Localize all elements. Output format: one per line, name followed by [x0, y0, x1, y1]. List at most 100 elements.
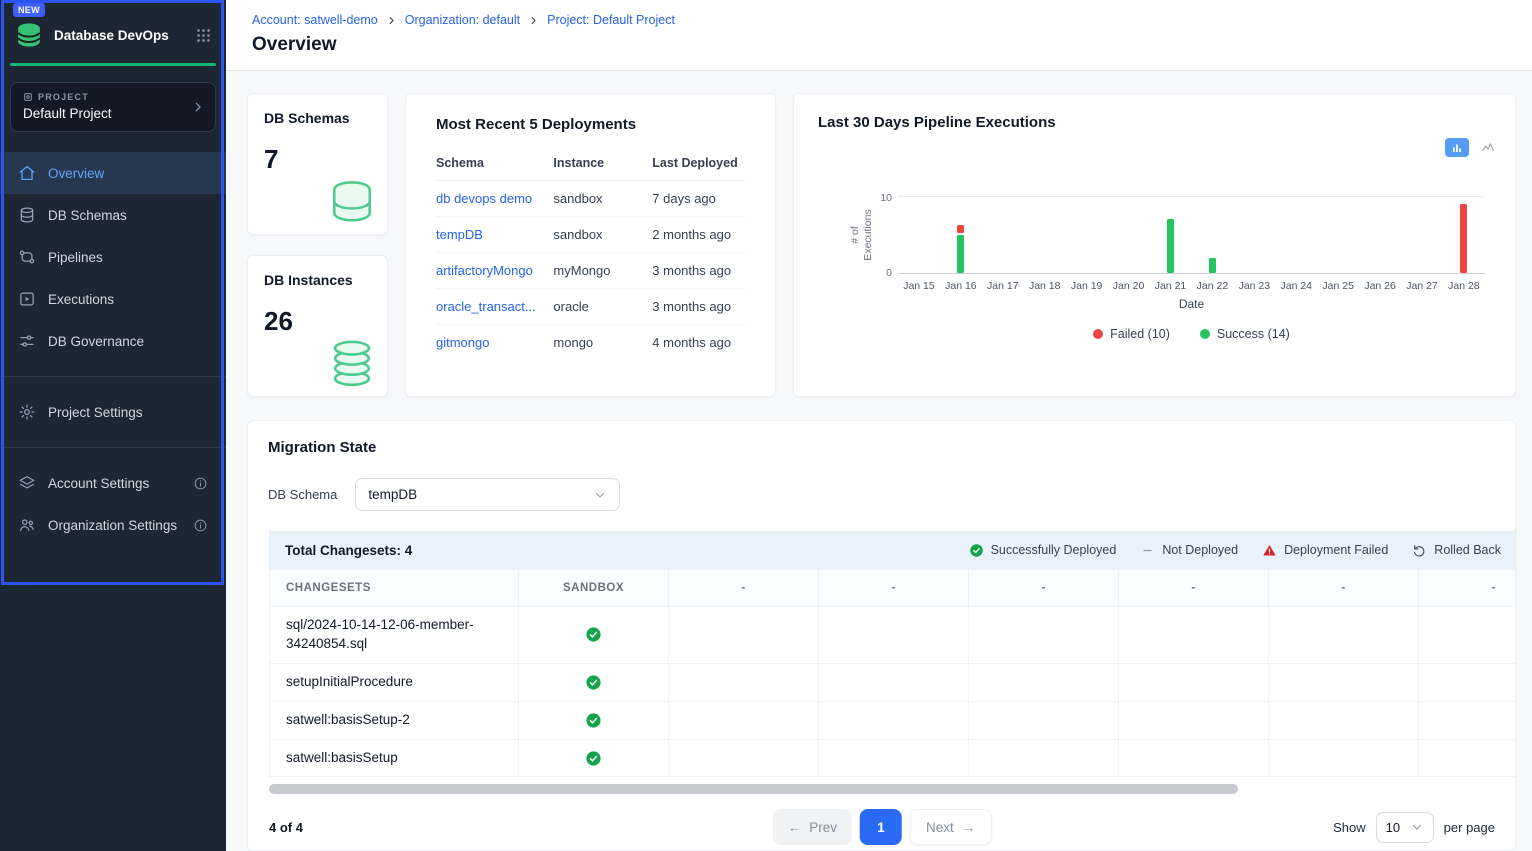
db-instances-card: DB Instances 26 — [247, 255, 388, 397]
y-tick: 0 — [886, 267, 892, 279]
last-deployed-cell: 3 months ago — [652, 253, 745, 289]
breadcrumb-link[interactable]: Organization: default — [405, 13, 520, 27]
empty-cell — [969, 701, 1119, 739]
info-icon[interactable] — [193, 476, 208, 491]
schema-link[interactable]: oracle_transact... — [436, 289, 553, 325]
changesets-table-wrap: CHANGESETSSANDBOX------ sql/2024-10-14-1… — [269, 569, 1516, 777]
table-row: db devops demosandbox7 days ago — [436, 181, 745, 217]
db-schema-label: DB Schema — [268, 487, 337, 502]
sidebar-item-pipelines[interactable]: Pipelines — [0, 236, 226, 278]
changeset-row: satwell:basisSetup-2 — [270, 701, 1517, 739]
x-tick-label: Jan 28 — [1443, 280, 1485, 292]
sidebar-item-overview[interactable]: Overview — [0, 152, 226, 194]
table-row: artifactoryMongomyMongo3 months ago — [436, 253, 745, 289]
rollback-icon — [1412, 543, 1427, 558]
apps-grid-icon[interactable] — [195, 27, 212, 44]
changeset-name: satwell:basisSetup — [270, 739, 519, 777]
changeset-name: sql/2024-10-14-12-06-member-34240854.sql — [270, 607, 519, 664]
database-icon — [18, 206, 36, 224]
home-icon — [18, 164, 36, 182]
sidebar-item-project-settings[interactable]: Project Settings — [0, 391, 226, 433]
column-header: - — [1269, 570, 1419, 607]
pagination-controls: ←Prev 1 Next→ — [773, 809, 992, 845]
column-header: - — [819, 570, 969, 607]
schema-link[interactable]: gitmongo — [436, 325, 553, 361]
instance-cell: myMongo — [553, 253, 652, 289]
empty-cell — [1269, 701, 1419, 739]
x-tick-label: Jan 24 — [1275, 280, 1317, 292]
sidebar-item-label: Pipelines — [48, 250, 103, 265]
empty-cell — [819, 739, 969, 777]
page-size-value: 10 — [1386, 820, 1400, 835]
breadcrumb-link[interactable]: Project: Default Project — [547, 13, 675, 27]
x-tick-label: Jan 15 — [898, 280, 940, 292]
project-selector[interactable]: PROJECT Default Project — [10, 82, 216, 132]
bar-chart-toggle-icon[interactable] — [1445, 138, 1469, 157]
sidebar-item-executions[interactable]: Executions — [0, 278, 226, 320]
page-title: Overview — [252, 34, 1532, 56]
table-row: tempDBsandbox2 months ago — [436, 217, 745, 253]
chart-column — [1359, 196, 1401, 273]
empty-cell — [819, 701, 969, 739]
y-tick: 10 — [880, 192, 892, 204]
instance-cell: oracle — [553, 289, 652, 325]
empty-cell — [969, 607, 1119, 664]
recent-deployments-card: Most Recent 5 Deployments SchemaInstance… — [405, 93, 776, 397]
breadcrumb-link[interactable]: Account: satwell-demo — [252, 13, 378, 27]
line-chart-toggle-icon[interactable] — [1477, 139, 1499, 157]
app-logo-icon — [14, 20, 44, 50]
empty-cell — [1419, 739, 1517, 777]
project-label-row: PROJECT — [23, 92, 203, 102]
db-schema-value: tempDB — [368, 487, 417, 502]
legend-label: Failed (10) — [1110, 327, 1170, 341]
status-legend-item: Not Deployed — [1140, 543, 1238, 558]
scrollbar-thumb[interactable] — [269, 784, 1238, 794]
horizontal-scrollbar[interactable] — [269, 784, 1516, 794]
schema-link[interactable]: tempDB — [436, 217, 553, 253]
empty-cell — [669, 607, 819, 664]
sidebar-nav-account: Account SettingsOrganization Settings — [0, 462, 226, 546]
database-icon — [323, 176, 381, 230]
sidebar-item-label: DB Governance — [48, 334, 144, 349]
schema-link[interactable]: db devops demo — [436, 181, 553, 217]
failed-bar — [957, 225, 964, 233]
people-icon — [18, 516, 36, 534]
changeset-row: sql/2024-10-14-12-06-member-34240854.sql — [270, 607, 1517, 664]
sidebar-item-db-schemas[interactable]: DB Schemas — [0, 194, 226, 236]
table-row: oracle_transact...oracle3 months ago — [436, 289, 745, 325]
last-deployed-cell: 7 days ago — [652, 181, 745, 217]
chart-column — [1191, 196, 1233, 273]
x-tick-label: Jan 22 — [1191, 280, 1233, 292]
empty-cell — [1269, 739, 1419, 777]
page-1-button[interactable]: 1 — [860, 809, 902, 845]
instance-cell: sandbox — [553, 181, 652, 217]
warning-icon — [1262, 543, 1277, 558]
executions-icon — [18, 290, 36, 308]
page-size-select[interactable]: 10 — [1376, 812, 1434, 843]
db-schema-select[interactable]: tempDB — [355, 478, 620, 511]
sidebar-item-db-governance[interactable]: DB Governance — [0, 320, 226, 362]
db-schema-selector-row: DB Schema tempDB — [248, 478, 1515, 511]
sidebar-item-label: DB Schemas — [48, 208, 127, 223]
empty-cell — [1119, 663, 1269, 701]
column-header: - — [969, 570, 1119, 607]
sidebar-item-account-settings[interactable]: Account Settings — [0, 462, 226, 504]
column-header: SANDBOX — [519, 570, 669, 607]
empty-cell — [1269, 607, 1419, 664]
info-icon[interactable] — [193, 518, 208, 533]
legend-dot — [1093, 329, 1103, 339]
schema-link[interactable]: artifactoryMongo — [436, 253, 553, 289]
next-page-button[interactable]: Next→ — [910, 809, 991, 845]
empty-cell — [969, 739, 1119, 777]
legend-dot — [1200, 329, 1210, 339]
empty-cell — [1119, 607, 1269, 664]
sidebar-item-organization-settings[interactable]: Organization Settings — [0, 504, 226, 546]
sidebar-item-label: Overview — [48, 166, 104, 181]
column-header: CHANGESETS — [270, 570, 519, 607]
chart-column — [1108, 196, 1150, 273]
prev-page-button[interactable]: ←Prev — [773, 809, 852, 845]
sidebar-nav-main: Overview DB Schemas Pipelines Executions DB … — [0, 152, 226, 362]
stat-value: 7 — [264, 144, 371, 175]
sidebar-item-label: Executions — [48, 292, 114, 307]
chart-column — [1443, 196, 1485, 273]
